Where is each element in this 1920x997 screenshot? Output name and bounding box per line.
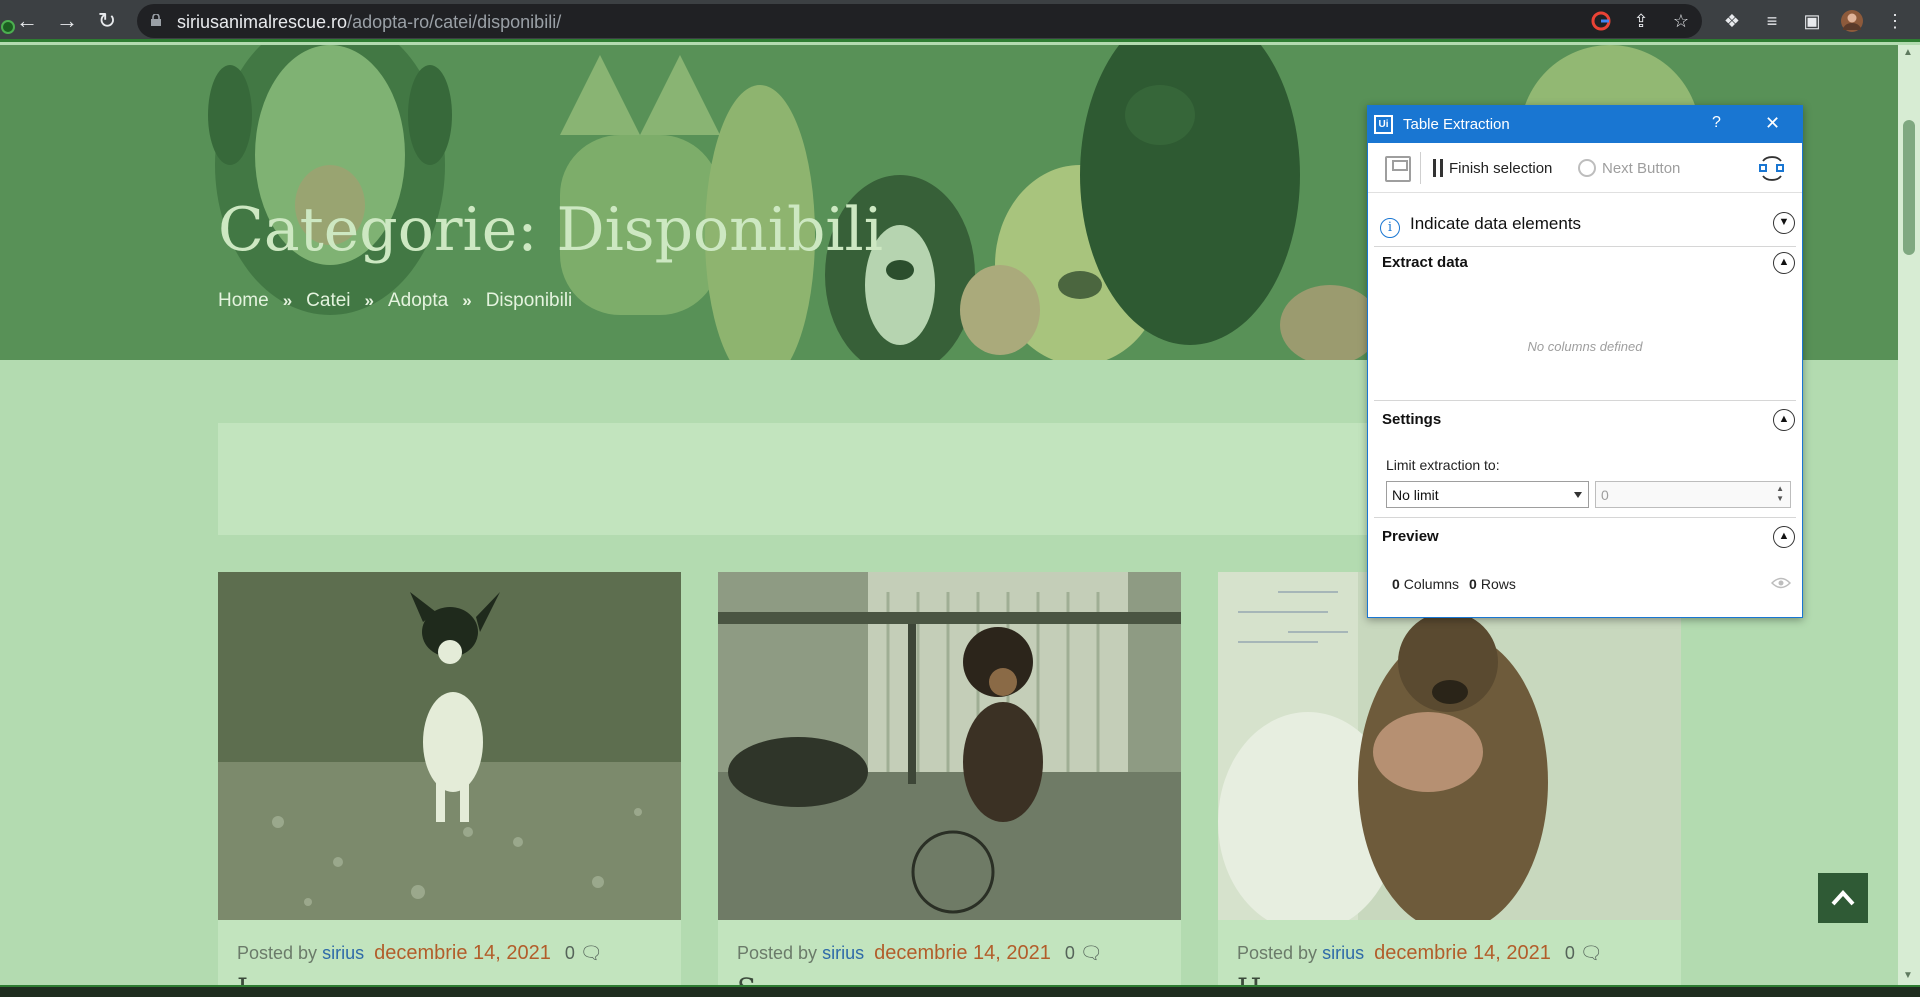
reload-icon[interactable]: ↻ [94, 8, 120, 34]
double-chevron-right-icon: » [364, 291, 374, 310]
table-extraction-dialog: Ui Table Extraction ? ✕ Finish selection… [1367, 105, 1803, 618]
spinner-arrows-icon[interactable]: ▲ ▼ [1776, 484, 1784, 504]
url-text: siriusanimalrescue.ro/adopta-ro/catei/di… [177, 12, 562, 32]
post-date-link[interactable]: decembrie 14, 2021 [1374, 942, 1551, 964]
dog-photo[interactable] [218, 572, 681, 920]
chevron-up-icon[interactable]: ▲ [1773, 409, 1795, 431]
help-button[interactable]: ? [1712, 114, 1721, 132]
breadcrumb-catei[interactable]: Catei [306, 290, 350, 312]
post-meta: Posted by sirius decembrie 14, 2021 0 🗨 [237, 942, 603, 964]
side-panel-icon[interactable]: ▣ [1800, 9, 1824, 33]
dropdown-arrow-icon [1574, 492, 1582, 498]
post-meta: Posted by sirius decembrie 14, 2021 0 🗨 [737, 942, 1103, 964]
post-card[interactable]: Posted by siriusdecembrie 14, 20210 🗨 H [1218, 572, 1681, 985]
page-scrollbar[interactable]: ▲ ▼ [1898, 45, 1920, 985]
extensions-puzzle-icon[interactable]: ❖ [1720, 9, 1744, 33]
comment-bubble-icon: 🗨 [579, 943, 603, 963]
browser-toolbar: ← → ↻ siriusanimalrescue.ro/adopta-ro/ca… [0, 0, 1920, 42]
scroll-down-arrow-icon[interactable]: ▼ [1903, 970, 1913, 981]
back-arrow-icon[interactable]: ← [14, 8, 40, 34]
post-date-link[interactable]: decembrie 14, 2021 [874, 942, 1051, 964]
post-title[interactable]: S [737, 972, 756, 985]
limit-count-input[interactable]: 0 ▲ ▼ [1595, 481, 1791, 508]
comment-count[interactable]: 0 🗨 [565, 943, 603, 963]
post-card[interactable]: Posted by siriusdecembrie 14, 20210 🗨 S [718, 572, 1181, 985]
chevron-down-icon[interactable]: ▼ [1773, 212, 1795, 234]
breadcrumb: Home » Catei » Adopta » Disponibili [218, 290, 572, 312]
limit-type-dropdown[interactable]: No limit [1386, 481, 1589, 508]
breadcrumb-home[interactable]: Home [218, 290, 269, 312]
author-link[interactable]: sirius [1322, 943, 1364, 963]
comment-bubble-icon: 🗨 [1079, 943, 1103, 963]
share-icon[interactable]: ⇪ [1629, 9, 1653, 33]
taskbar-strip [0, 985, 1920, 997]
breadcrumb-adopta[interactable]: Adopta [388, 290, 448, 312]
indicate-section-header[interactable]: i Indicate data elements [1380, 214, 1581, 238]
address-bar[interactable]: siriusanimalrescue.ro/adopta-ro/catei/di… [137, 4, 1702, 38]
bookmark-star-icon[interactable]: ☆ [1669, 9, 1693, 33]
media-control-icon[interactable]: ≡ [1760, 9, 1784, 33]
pause-icon [1433, 159, 1443, 177]
next-target-icon [1578, 159, 1596, 177]
dialog-title: Table Extraction [1403, 116, 1510, 133]
extract-data-header: Extract data [1382, 254, 1468, 271]
refresh-schema-icon[interactable] [1757, 155, 1787, 183]
browser-menu-icon[interactable]: ⋮ [1883, 9, 1907, 33]
dog-photo[interactable] [718, 572, 1181, 920]
eye-icon[interactable] [1771, 576, 1791, 590]
chevron-up-icon[interactable]: ▲ [1773, 252, 1795, 274]
comment-count[interactable]: 0 🗨 [1065, 943, 1103, 963]
double-chevron-right-icon: » [282, 291, 293, 310]
forward-arrow-icon[interactable]: → [54, 8, 80, 34]
toolbar-divider [1420, 152, 1421, 184]
breadcrumb-disponibili: Disponibili [485, 290, 573, 311]
finish-selection-button[interactable]: Finish selection [1433, 159, 1552, 177]
next-button-button[interactable]: Next Button [1578, 159, 1680, 177]
google-lens-icon[interactable] [1589, 9, 1613, 33]
author-link[interactable]: sirius [322, 943, 364, 963]
author-link[interactable]: sirius [822, 943, 864, 963]
scrollbar-thumb[interactable] [1903, 120, 1915, 255]
no-columns-message: No columns defined [1527, 339, 1643, 354]
preview-stats: 0 Columns 0 Rows [1392, 576, 1516, 592]
close-icon[interactable]: ✕ [1765, 113, 1780, 134]
limit-extraction-label: Limit extraction to: [1386, 457, 1500, 473]
uipath-logo-icon: Ui [1374, 115, 1393, 134]
post-card[interactable]: Posted by siriusdecembrie 14, 20210 🗨 L [218, 572, 681, 985]
settings-header: Settings [1382, 411, 1442, 428]
double-chevron-right-icon: » [462, 291, 472, 310]
lock-icon [151, 14, 161, 26]
dialog-titlebar[interactable]: Ui Table Extraction ? ✕ [1368, 106, 1802, 143]
page-title: Categorie: Disponibili [218, 195, 883, 265]
comment-count[interactable]: 0 🗨 [1565, 943, 1603, 963]
dialog-toolbar: Finish selection Next Button [1368, 143, 1802, 193]
chevron-up-icon[interactable]: ▲ [1773, 526, 1795, 548]
screen: ← → ↻ siriusanimalrescue.ro/adopta-ro/ca… [0, 0, 1920, 997]
comment-bubble-icon: 🗨 [1579, 943, 1603, 963]
post-meta: Posted by sirius decembrie 14, 2021 0 🗨 [1237, 942, 1603, 964]
save-icon[interactable] [1385, 156, 1411, 182]
preview-header: Preview [1382, 528, 1439, 545]
scroll-to-top-button[interactable] [1818, 873, 1868, 923]
info-icon: i [1380, 218, 1400, 238]
post-date-link[interactable]: decembrie 14, 2021 [374, 942, 551, 964]
post-title[interactable]: H [1237, 972, 1261, 985]
scroll-up-arrow-icon[interactable]: ▲ [1903, 47, 1913, 58]
dog-photo[interactable] [1218, 572, 1681, 920]
post-title[interactable]: L [237, 972, 256, 985]
recording-indicator-icon [1, 20, 15, 34]
profile-avatar-icon[interactable] [1840, 9, 1864, 33]
chevron-up-icon [1831, 890, 1855, 906]
